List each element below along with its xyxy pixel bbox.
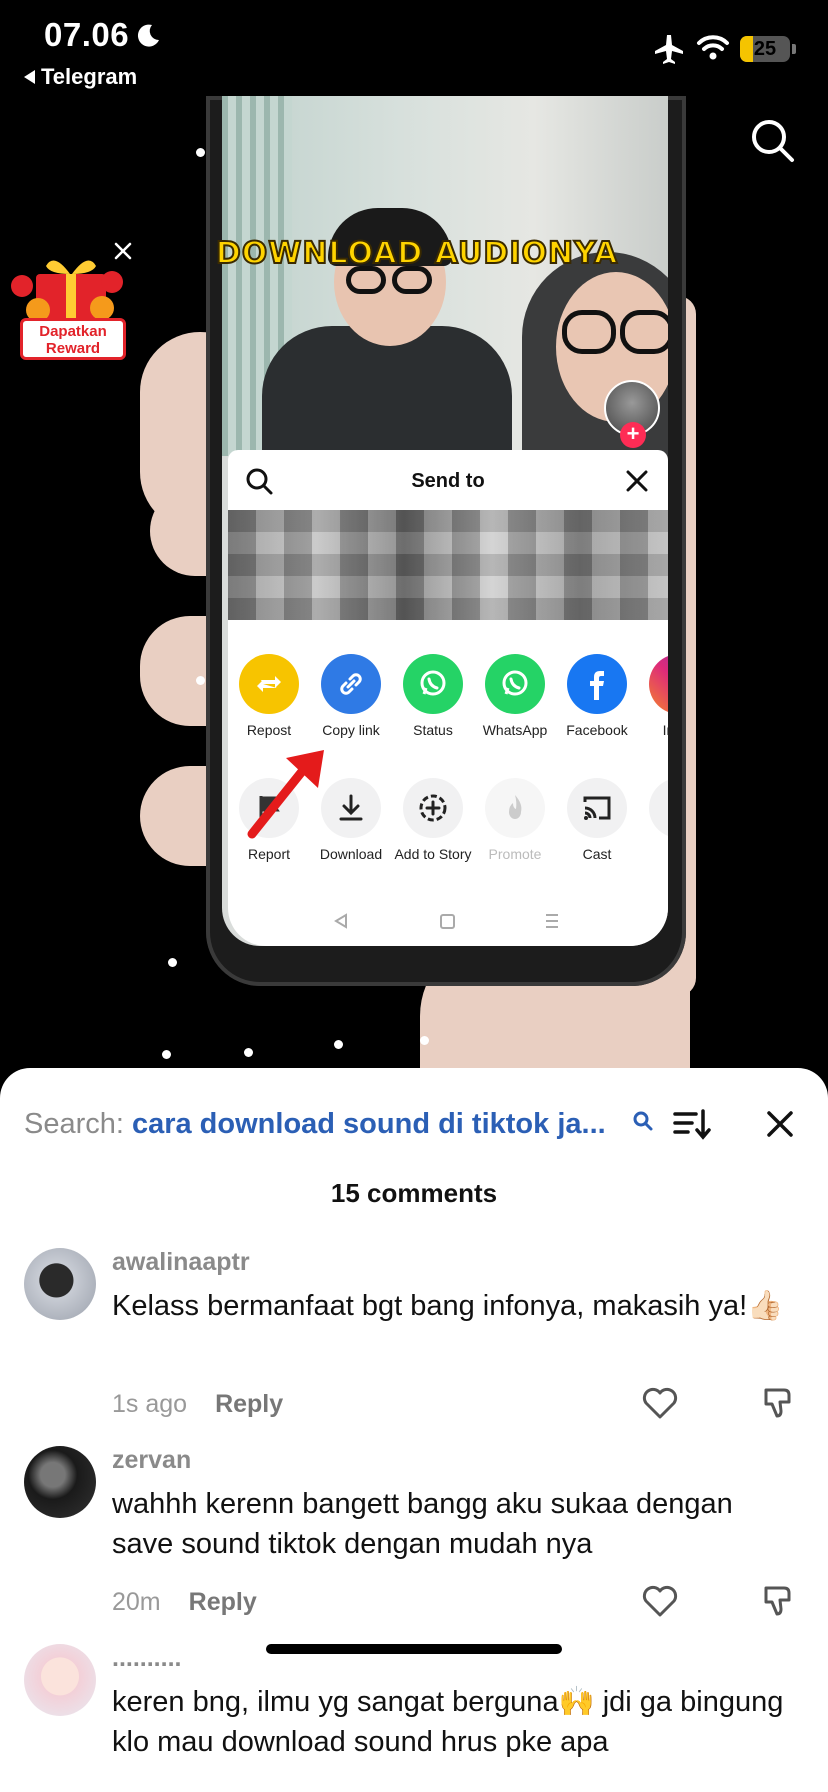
action-cast[interactable]: Cast xyxy=(556,778,638,863)
share-label: Ins D xyxy=(662,722,668,738)
cast-icon xyxy=(567,778,627,838)
link-icon xyxy=(321,654,381,714)
share-label: Repost xyxy=(246,722,292,738)
share-sheet-title: Send to xyxy=(411,470,485,492)
sparkle-dot xyxy=(162,1050,171,1059)
reward-label[interactable]: Dapatkan Reward xyxy=(20,318,126,360)
facebook-icon xyxy=(567,654,627,714)
sparkle-dot xyxy=(196,148,205,157)
flame-icon xyxy=(485,778,545,838)
close-icon[interactable] xyxy=(112,240,134,262)
back-to-telegram-link[interactable]: Telegram xyxy=(24,64,137,90)
android-nav-bar xyxy=(334,913,558,929)
share-repost[interactable]: Repost xyxy=(228,654,310,739)
share-instagram[interactable]: Ins D xyxy=(638,654,668,739)
whatsapp-icon xyxy=(485,654,545,714)
sparkle-dot xyxy=(244,1048,253,1057)
sort-icon[interactable] xyxy=(672,1106,712,1142)
search-label: Search: xyxy=(24,1107,124,1140)
action-add-to-story[interactable]: Add to Story xyxy=(392,778,474,863)
share-whatsapp[interactable]: WhatsApp xyxy=(474,654,556,739)
pixelated-contacts xyxy=(228,510,668,620)
status-time: 07.06 xyxy=(44,16,130,53)
video-overlay-title: DOWNLOAD AUDIONYA xyxy=(215,235,619,272)
close-icon[interactable] xyxy=(624,468,650,494)
glasses xyxy=(620,310,668,354)
sparkle-dot xyxy=(420,1036,429,1045)
comment-text: wahhh kerenn bangett bangg aku sukaa den… xyxy=(112,1488,733,1560)
close-icon[interactable] xyxy=(764,1108,796,1140)
share-label: WhatsApp xyxy=(482,722,548,738)
battery-level: 25 xyxy=(753,38,777,60)
heart-icon[interactable] xyxy=(642,1584,678,1618)
action-more[interactable]: C g xyxy=(638,778,668,863)
avatar[interactable] xyxy=(24,1446,96,1518)
share-label: Facebook xyxy=(566,722,628,738)
share-apps-row: Repost Copy link Status WhatsApp Faceboo… xyxy=(228,654,668,739)
dislike-icon[interactable] xyxy=(760,1384,796,1420)
heart-icon[interactable] xyxy=(642,1386,678,1420)
moon-icon xyxy=(137,24,159,47)
reply-button[interactable]: Reply xyxy=(189,1588,257,1617)
red-arrow-annotation xyxy=(247,750,324,839)
comment-search-row[interactable]: Search: cara download sound di tiktok ja… xyxy=(24,1102,804,1146)
nav-menu-icon xyxy=(546,914,558,928)
instagram-icon xyxy=(649,654,668,714)
reply-button[interactable]: Reply xyxy=(215,1390,283,1419)
dislike-icon[interactable] xyxy=(760,1582,796,1618)
comment-meta: 1s ago Reply xyxy=(112,1390,283,1419)
action-label: C g xyxy=(638,846,668,863)
search-icon[interactable] xyxy=(632,1110,654,1132)
comment-meta: 20m Reply xyxy=(112,1588,257,1617)
avatar[interactable] xyxy=(24,1644,96,1716)
search-query-link[interactable]: cara download sound di tiktok ja... xyxy=(132,1108,606,1141)
comment-username[interactable]: zervan xyxy=(112,1446,191,1475)
battery-icon: 25 xyxy=(740,36,790,62)
nav-home-icon xyxy=(440,914,455,929)
comment-text: keren bng, ilmu yg sangat berguna🙌 jdi g… xyxy=(112,1686,784,1758)
back-arrow-icon xyxy=(24,70,35,84)
share-copy-link[interactable]: Copy link xyxy=(310,654,392,739)
nav-back-icon xyxy=(334,913,347,929)
action-label: Add to Story xyxy=(394,846,472,862)
comment-time: 1s ago xyxy=(112,1390,188,1418)
battery-nub xyxy=(792,44,796,54)
action-label: Report xyxy=(247,846,291,862)
share-label: Status xyxy=(413,722,453,738)
share-sheet: Send to Repost Copy link Status WhatsApp… xyxy=(228,450,668,946)
action-label: Cast xyxy=(582,846,612,862)
glasses xyxy=(562,310,616,354)
airplane-icon xyxy=(655,35,683,64)
status-bar: 07.06 Telegram 25 xyxy=(0,0,828,96)
wifi-icon xyxy=(697,35,729,60)
sparkle-dot xyxy=(334,1040,343,1049)
share-label: Copy link xyxy=(322,722,380,738)
person-1-body xyxy=(262,326,512,466)
comment-time: 20m xyxy=(112,1588,161,1616)
share-facebook[interactable]: Facebook xyxy=(556,654,638,739)
action-label: Promote xyxy=(488,846,542,862)
sparkle-dot xyxy=(196,676,205,685)
whatsapp-status-icon xyxy=(403,654,463,714)
action-promote[interactable]: Promote xyxy=(474,778,556,863)
avatar[interactable] xyxy=(24,1248,96,1320)
add-story-icon xyxy=(403,778,463,838)
more-icon xyxy=(649,778,668,838)
repost-icon xyxy=(239,654,299,714)
search-icon[interactable] xyxy=(748,116,796,164)
share-status[interactable]: Status xyxy=(392,654,474,739)
comment-text: Kelass bermanfaat bgt bang infonya, maka… xyxy=(112,1290,784,1322)
back-app-label: Telegram xyxy=(41,64,138,89)
home-indicator[interactable] xyxy=(266,1644,562,1654)
comments-panel: Search: cara download sound di tiktok ja… xyxy=(0,1068,828,1792)
comment-username[interactable]: .......... xyxy=(112,1644,181,1673)
comment-username[interactable]: awalinaaptr xyxy=(112,1248,250,1277)
action-label: Download xyxy=(319,846,383,862)
sparkle-dot xyxy=(168,958,177,967)
follow-plus-button[interactable]: + xyxy=(620,422,646,448)
comment-count: 15 comments xyxy=(330,1178,498,1208)
